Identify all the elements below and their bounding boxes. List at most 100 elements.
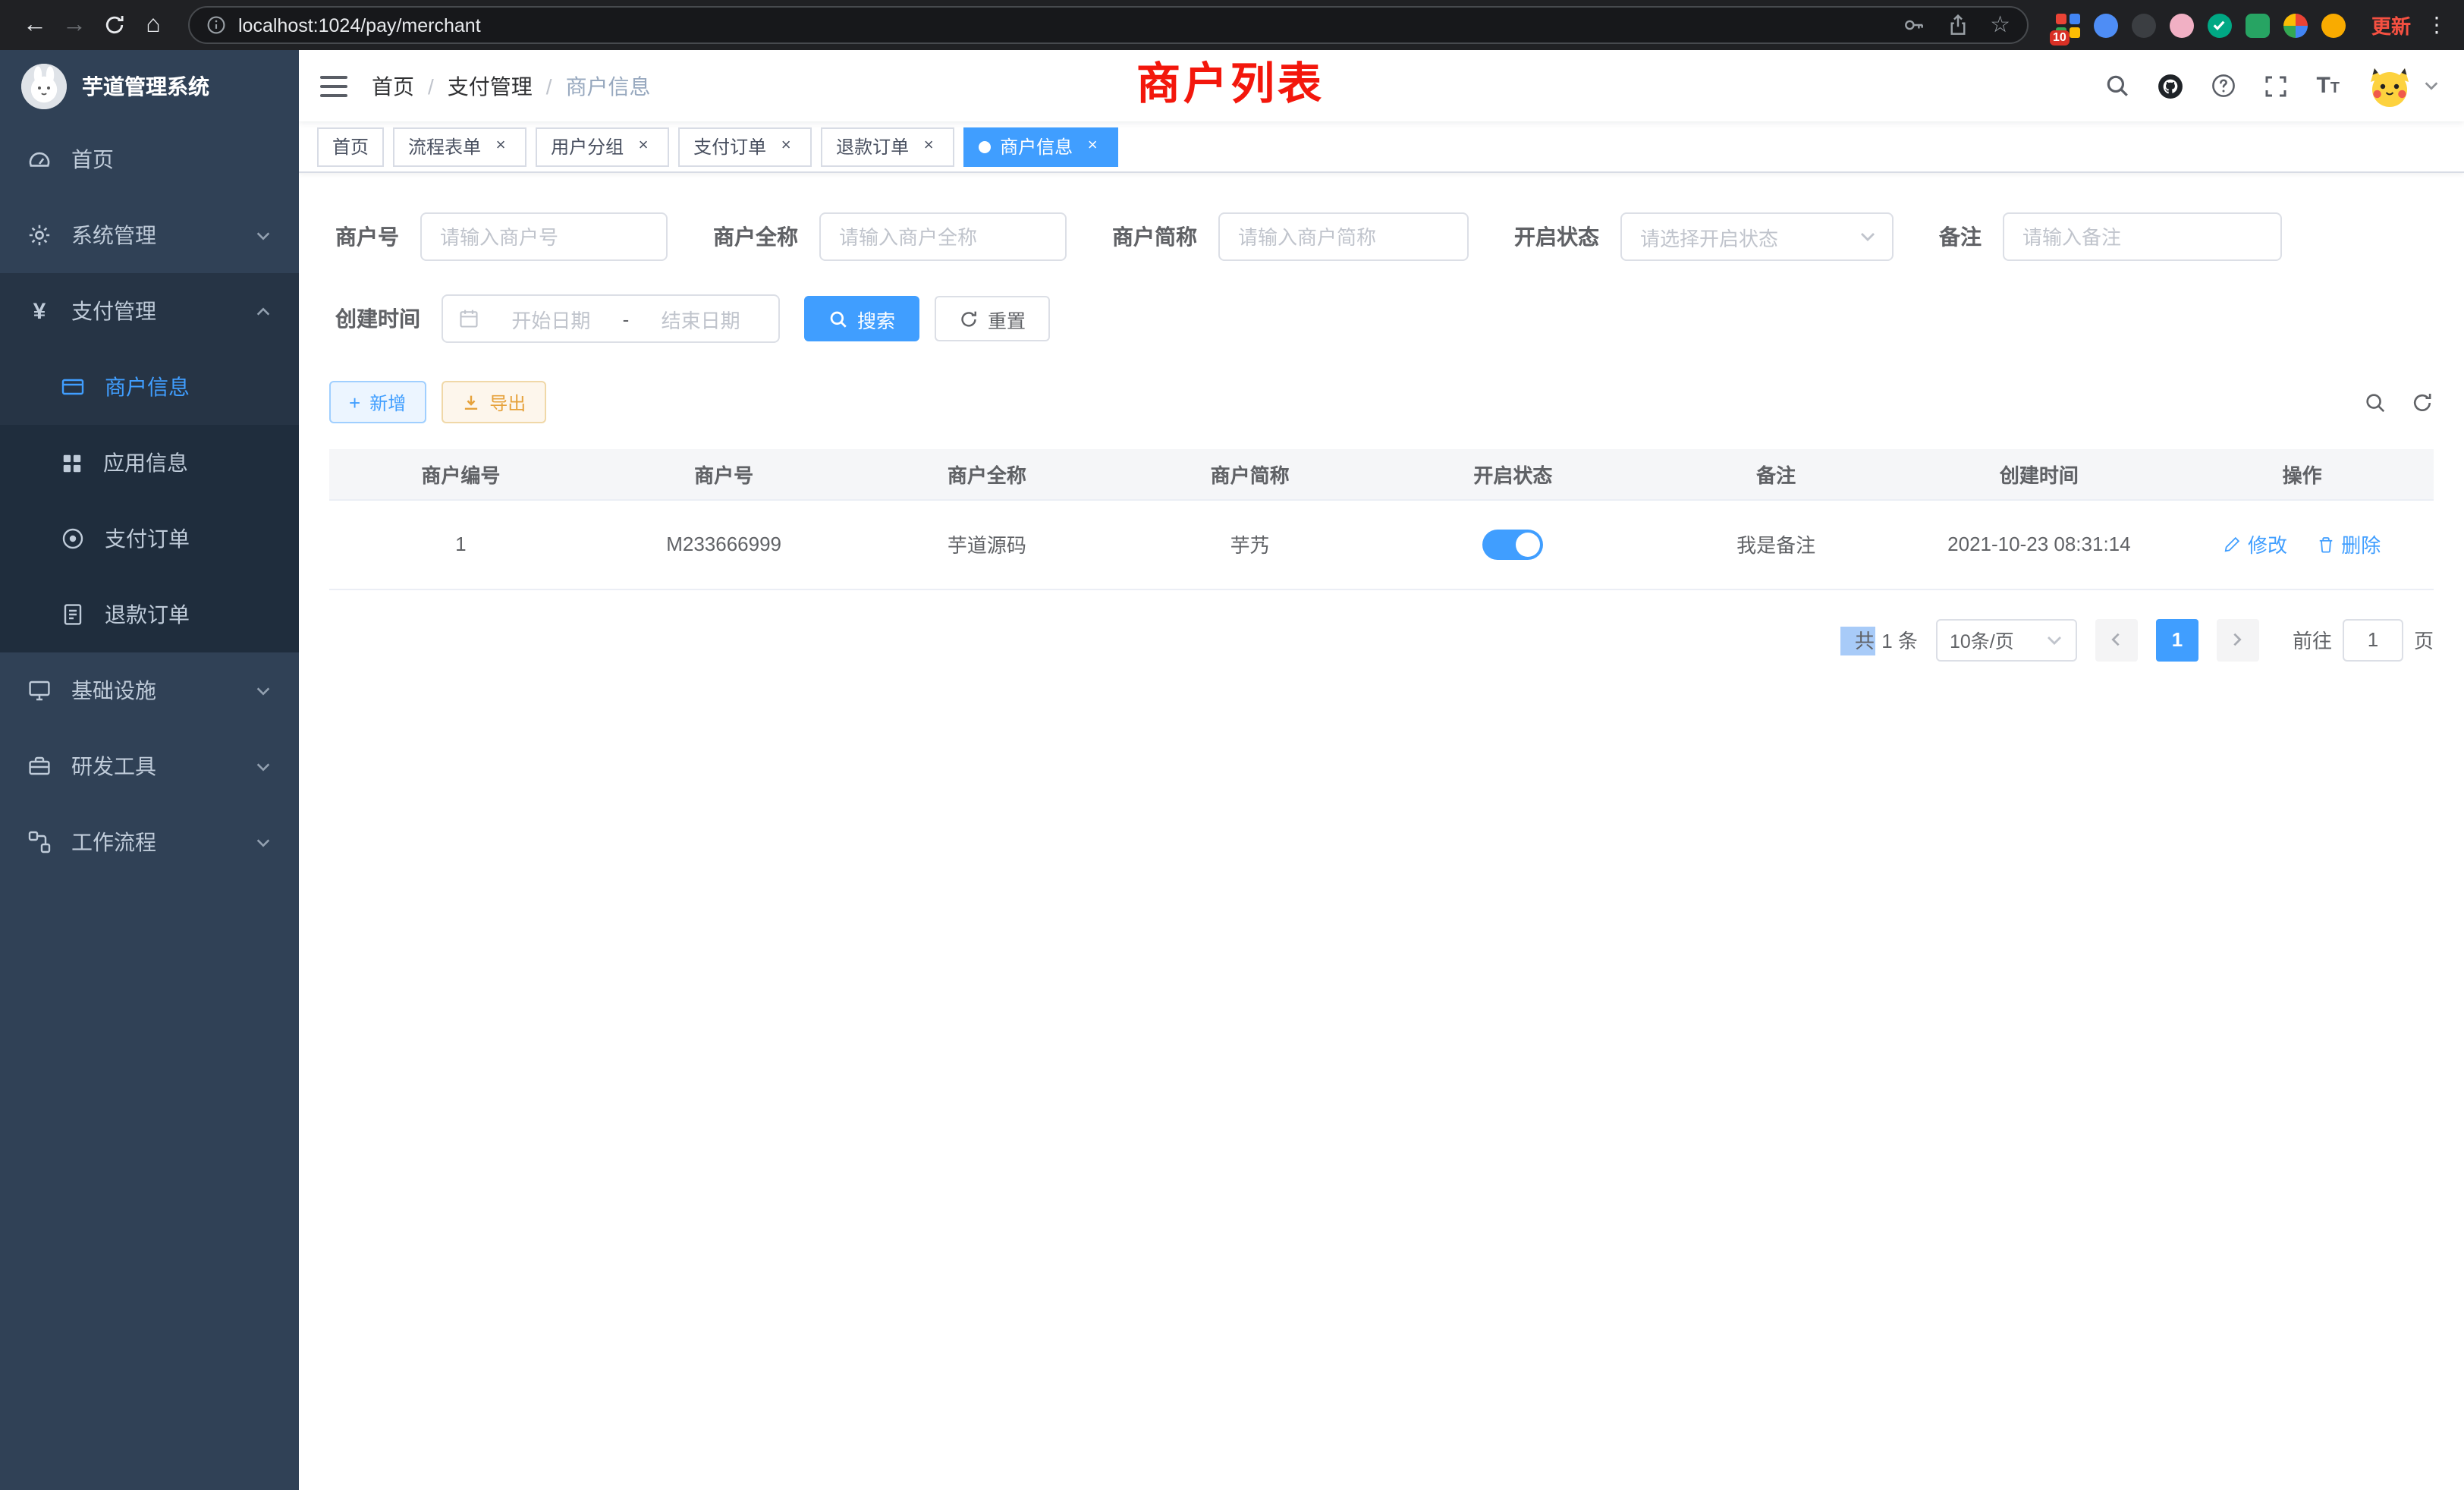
close-icon[interactable]: × [490, 136, 511, 157]
filter-full-name: 商户全称 [713, 212, 1067, 261]
tab-process-form[interactable]: 流程表单× [393, 127, 526, 166]
sidebar-item-merchant-info[interactable]: 商户信息 [0, 349, 299, 425]
sidebar-item-infrastructure[interactable]: 基础设施 [0, 652, 299, 728]
chevron-down-icon [255, 758, 272, 775]
toggle-search-icon[interactable] [2364, 391, 2387, 413]
card-icon [61, 375, 85, 399]
hamburger-icon[interactable] [320, 74, 347, 98]
navbar-actions: TT [2104, 63, 2440, 108]
prev-page-button[interactable] [2095, 618, 2138, 661]
user-avatar-menu[interactable] [2367, 63, 2440, 108]
check-icon [2213, 18, 2227, 32]
sidebar-item-refund-orders[interactable]: 退款订单 [0, 577, 299, 652]
tab-label: 用户分组 [551, 134, 624, 159]
add-button[interactable]: + 新增 [329, 381, 426, 423]
address-bar[interactable]: localhost:1024/pay/merchant ☆ [188, 6, 2029, 44]
tab-refund-orders[interactable]: 退款订单× [821, 127, 954, 166]
close-icon[interactable]: × [1082, 136, 1103, 157]
password-key-icon[interactable] [1902, 14, 1925, 36]
merchant-no-input[interactable] [420, 212, 668, 261]
delete-link[interactable]: 删除 [2317, 530, 2381, 558]
col-full-name: 商户全称 [856, 449, 1119, 499]
fullscreen-icon[interactable] [2263, 73, 2289, 99]
browser-home-button[interactable]: ⌂ [134, 5, 173, 45]
sidebar-item-system[interactable]: 系统管理 [0, 197, 299, 273]
extension-avatar-icon[interactable] [2170, 13, 2194, 37]
total-suffix: 条 [1898, 630, 1918, 652]
github-icon[interactable] [2157, 73, 2183, 99]
reset-refresh-icon [959, 309, 979, 328]
date-range-picker[interactable]: 开始日期 - 结束日期 [442, 294, 780, 343]
font-size-icon[interactable]: TT [2316, 73, 2340, 99]
pagination-total: 共 1 条 [1855, 625, 1918, 654]
back-icon: ← [23, 11, 47, 39]
help-icon[interactable] [2210, 73, 2236, 99]
extension-pinwheel-icon[interactable] [2283, 13, 2308, 37]
search-button[interactable]: 搜索 [804, 296, 919, 341]
document-icon [61, 602, 85, 627]
tags-view: 首页 流程表单× 用户分组 × 支付订单× 退款订单× 商户信息× [299, 121, 2464, 173]
refresh-table-icon[interactable] [2411, 391, 2434, 413]
yen-icon: ¥ [27, 299, 52, 323]
filter-row-1: 商户号 商户全称 商户简称 开启状态 请选择开启状态 [335, 212, 2434, 261]
sidebar-item-label: 研发工具 [71, 751, 156, 781]
export-button[interactable]: 导出 [441, 381, 545, 423]
extension-check-icon[interactable] [2208, 13, 2232, 37]
avatar [2367, 63, 2412, 108]
sidebar-item-workflow[interactable]: 工作流程 [0, 804, 299, 880]
sidebar-item-pay-orders[interactable]: 支付订单 [0, 501, 299, 577]
breadcrumb-payment[interactable]: 支付管理 [448, 71, 533, 101]
field-label: 商户简称 [1112, 222, 1197, 252]
bookmark-star-icon[interactable]: ☆ [1990, 14, 2010, 36]
app-logo[interactable]: 芋道管理系统 [0, 50, 299, 121]
chevron-down-icon [255, 227, 272, 244]
calendar-icon [458, 308, 479, 329]
status-select[interactable]: 请选择开启状态 [1620, 212, 1894, 261]
close-icon[interactable]: × [633, 136, 654, 157]
extension-dark-icon[interactable] [2132, 13, 2156, 37]
page-unit: 页 [2414, 625, 2434, 654]
chevron-down-icon [255, 682, 272, 699]
share-icon[interactable] [1946, 14, 1969, 36]
breadcrumb-separator: / [428, 74, 434, 98]
edit-link[interactable]: 修改 [2224, 530, 2287, 558]
browser-menu-icon[interactable]: ⋮ [2425, 12, 2449, 38]
next-page-button[interactable] [2217, 618, 2259, 661]
goto-page-input[interactable] [2343, 618, 2403, 661]
page-size-select[interactable]: 10条/页 [1936, 618, 2077, 661]
sidebar-item-app-info[interactable]: 应用信息 [0, 425, 299, 501]
extension-orange-icon[interactable] [2321, 13, 2346, 37]
browser-update-button[interactable]: 更新 [2371, 11, 2411, 39]
tab-merchant-info[interactable]: 商户信息× [963, 127, 1118, 166]
cell-merchant-id: 1 [329, 499, 592, 589]
tab-pay-orders[interactable]: 支付订单× [678, 127, 812, 166]
close-icon[interactable]: × [775, 136, 797, 157]
full-name-input[interactable] [819, 212, 1067, 261]
remark-input[interactable] [2003, 212, 2282, 261]
page-number-1[interactable]: 1 [2156, 618, 2198, 661]
tab-home[interactable]: 首页 [317, 127, 384, 166]
sidebar-item-dev-tools[interactable]: 研发工具 [0, 728, 299, 804]
breadcrumb: 首页 / 支付管理 / 商户信息 [372, 71, 651, 101]
extensions-grid-icon[interactable]: 10 [2056, 13, 2080, 37]
browser-back-button[interactable]: ← [15, 5, 55, 45]
sidebar-item-home[interactable]: 首页 [0, 121, 299, 197]
chevron-down-icon [255, 834, 272, 850]
short-name-input[interactable] [1218, 212, 1469, 261]
extension-green-square-icon[interactable] [2246, 13, 2270, 37]
header-search-icon[interactable] [2104, 73, 2129, 99]
col-status: 开启状态 [1381, 449, 1645, 499]
col-remark: 备注 [1645, 449, 1908, 499]
reset-button[interactable]: 重置 [935, 296, 1050, 341]
caret-down-icon [2423, 77, 2440, 94]
tab-user-group[interactable]: 用户分组 × [536, 127, 669, 166]
browser-forward-button[interactable]: → [55, 5, 94, 45]
status-toggle[interactable] [1482, 529, 1543, 559]
sidebar-item-payment[interactable]: ¥ 支付管理 [0, 273, 299, 349]
breadcrumb-home[interactable]: 首页 [372, 71, 414, 101]
browser-refresh-button[interactable] [94, 5, 134, 45]
close-icon[interactable]: × [918, 136, 939, 157]
extension-blue-icon[interactable] [2094, 13, 2118, 37]
col-short-name: 商户简称 [1118, 449, 1381, 499]
screen: ← → ⌂ localhost:1024/pay/merchant ☆ 10 [0, 0, 2464, 1490]
